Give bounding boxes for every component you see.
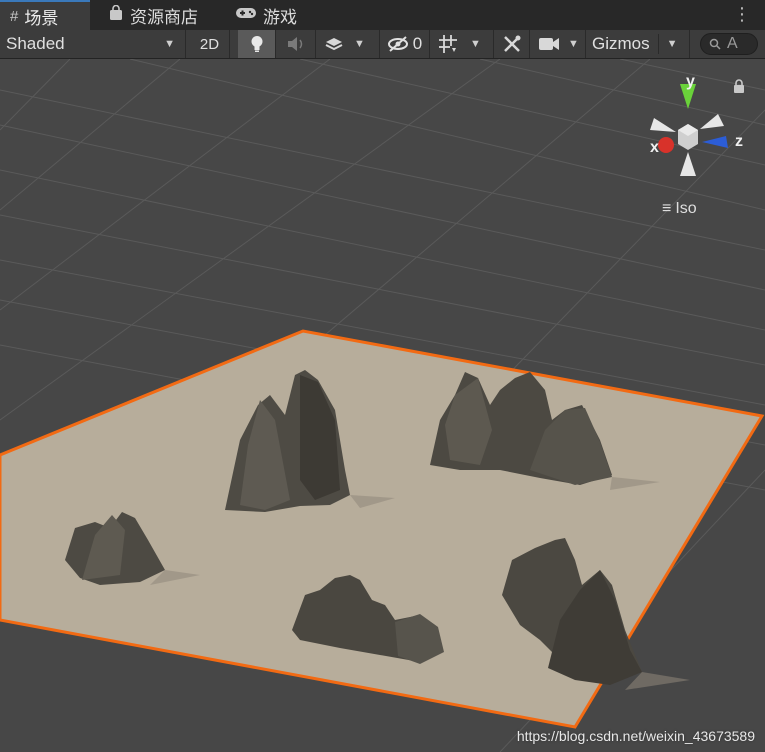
more-options-icon[interactable]: ⋮ (733, 4, 751, 24)
draw-mode-dropdown[interactable]: Shaded ▼ (0, 30, 186, 58)
hidden-objects-count: 0 (412, 34, 423, 53)
effects-dropdown[interactable]: ▼ (316, 30, 380, 58)
gizmo-z-label: z (735, 133, 743, 150)
scene-toolbar: Shaded ▼ 2D ▼ 0 ▼ ▼ Gizmos ▼ (0, 30, 765, 59)
scene-grid-icon: # (10, 7, 19, 25)
draw-mode-label: Shaded (6, 34, 65, 53)
gamepad-icon (235, 6, 257, 24)
grid-icon (439, 35, 457, 53)
neg-x-axis-cone-icon[interactable] (650, 118, 676, 132)
tab-scene-label: 场景 (24, 8, 59, 28)
watermark-url: https://blog.csdn.net/weixin_43673589 (516, 728, 755, 744)
scene-visibility-button[interactable]: 0 (380, 30, 430, 58)
camera-chevron-down-icon: ▼ (568, 38, 579, 50)
toggle-2d-button[interactable]: 2D (190, 30, 230, 58)
z-axis-cone-icon[interactable] (702, 136, 728, 148)
tools-button[interactable] (494, 30, 530, 58)
toggle-2d-label: 2D (199, 35, 220, 53)
projection-label: Iso (675, 200, 697, 217)
tab-asset-store-label: 资源商店 (130, 7, 198, 27)
neg-z-axis-cone-icon[interactable] (700, 114, 724, 129)
tab-game-label: 游戏 (263, 7, 297, 27)
gizmo-y-label: y (686, 73, 695, 90)
lock-icon[interactable] (733, 79, 745, 96)
search-placeholder: A (727, 35, 738, 52)
gizmo-x-label: x (650, 139, 659, 156)
tab-scene[interactable]: # 场景 (0, 0, 90, 30)
search-icon (709, 38, 721, 50)
grid-snapping-dropdown[interactable]: ▼ (430, 30, 494, 58)
chevron-down-icon: ▼ (164, 38, 175, 50)
scene-viewport[interactable]: y x z ≡ Iso https://blog.csdn.net/weixin… (0, 59, 765, 752)
hamburger-icon: ≡ (662, 200, 672, 217)
x-axis-handle-icon[interactable] (658, 137, 674, 153)
tab-game[interactable]: 游戏 (225, 0, 307, 30)
neg-y-axis-cone-icon[interactable] (680, 152, 696, 176)
grid-chevron-down-icon: ▼ (470, 38, 481, 50)
asset-store-bag-icon (108, 4, 124, 25)
scene-search-input[interactable]: A (700, 33, 758, 55)
eye-hidden-icon (387, 36, 408, 52)
audio-toggle-button[interactable] (276, 30, 316, 58)
tab-bar: # 场景 资源商店 游戏 ⋮ (0, 0, 765, 30)
tab-asset-store[interactable]: 资源商店 (98, 0, 208, 30)
camera-settings-dropdown[interactable]: ▼ (530, 30, 586, 58)
projection-toggle[interactable]: ≡ Iso (662, 200, 697, 218)
tools-icon (503, 35, 520, 52)
camera-icon (539, 38, 559, 50)
lightbulb-icon (251, 36, 262, 52)
lighting-toggle-button[interactable] (238, 30, 276, 58)
gizmos-label: Gizmos (592, 34, 650, 53)
layers-effects-icon (325, 38, 343, 51)
gizmos-dropdown[interactable]: Gizmos ▼ (586, 30, 690, 58)
gizmos-divider (657, 34, 659, 54)
effects-chevron-down-icon: ▼ (354, 38, 365, 50)
gizmos-chevron-down-icon: ▼ (666, 38, 678, 50)
speaker-icon (287, 37, 302, 51)
